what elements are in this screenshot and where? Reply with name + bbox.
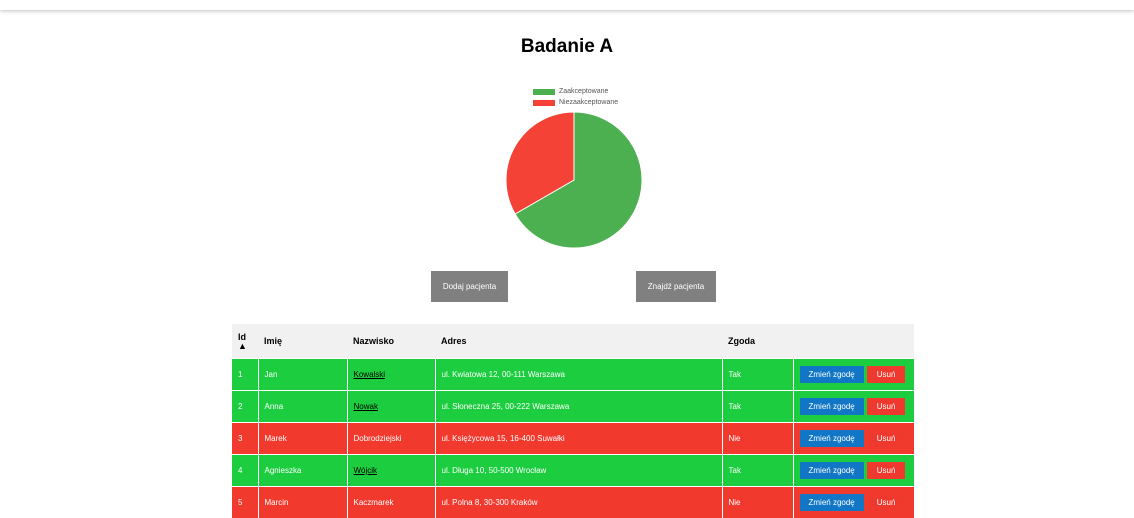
legend-label-accepted: Zaakceptowane — [559, 88, 608, 95]
cell-last-name: Wójcik — [347, 455, 435, 487]
table-row: 3 Marek Dobrodziejski ul. Księżycowa 15,… — [232, 423, 914, 455]
cell-consent: Tak — [722, 455, 793, 487]
cell-last-name: Nowak — [347, 391, 435, 423]
delete-button[interactable]: Usuń — [867, 430, 906, 447]
legend-item-accepted[interactable]: Zaakceptowane — [533, 86, 618, 97]
top-bar — [0, 0, 1134, 10]
cell-id: 3 — [232, 423, 258, 455]
cell-first-name: Marek — [258, 423, 347, 455]
header-last-name[interactable]: Nazwisko — [347, 324, 435, 359]
cell-first-name: Anna — [258, 391, 347, 423]
cell-last-name: Kaczmarek — [347, 487, 435, 518]
table-row: 2 Anna Nowak ul. Słoneczna 25, 00-222 Wa… — [232, 391, 914, 423]
cell-address: ul. Kwiatowa 12, 00-111 Warszawa — [435, 359, 722, 391]
legend-label-rejected: Niezaakceptowane — [559, 99, 618, 106]
change-consent-button[interactable]: Zmień zgodę — [800, 494, 864, 511]
cell-consent: Tak — [722, 359, 793, 391]
legend-swatch-rejected — [533, 100, 555, 106]
delete-button[interactable]: Usuń — [867, 398, 906, 415]
header-first-name[interactable]: Imię — [258, 324, 347, 359]
cell-address: ul. Polna 8, 30-300 Kraków — [435, 487, 722, 518]
delete-button[interactable]: Usuń — [867, 462, 906, 479]
add-patient-button[interactable]: Dodaj pacjenta — [431, 271, 508, 302]
chart-legend: Zaakceptowane Niezaakceptowane — [533, 86, 618, 108]
cell-first-name: Agnieszka — [258, 455, 347, 487]
change-consent-button[interactable]: Zmień zgodę — [800, 398, 864, 415]
cell-consent: Nie — [722, 487, 793, 518]
cell-last-name: Kowalski — [347, 359, 435, 391]
page-title: Badanie A — [0, 36, 1134, 58]
pie-chart — [505, 111, 643, 249]
legend-swatch-accepted — [533, 89, 555, 95]
delete-button[interactable]: Usuń — [867, 366, 906, 383]
cell-actions: Zmień zgodęUsuń — [793, 391, 914, 423]
patient-link[interactable]: Nowak — [354, 402, 378, 411]
cell-consent: Tak — [722, 391, 793, 423]
cell-actions: Zmień zgodęUsuń — [793, 487, 914, 518]
cell-address: ul. Słoneczna 25, 00-222 Warszawa — [435, 391, 722, 423]
cell-address: ul. Księżycowa 15, 16-400 Suwałki — [435, 423, 722, 455]
header-id-label: Id — [238, 332, 246, 342]
table-row: 1 Jan Kowalski ul. Kwiatowa 12, 00-111 W… — [232, 359, 914, 391]
table-row: 4 Agnieszka Wójcik ul. Długa 10, 50-500 … — [232, 455, 914, 487]
cell-id: 2 — [232, 391, 258, 423]
change-consent-button[interactable]: Zmień zgodę — [800, 366, 864, 383]
header-address[interactable]: Adres — [435, 324, 722, 359]
legend-item-rejected[interactable]: Niezaakceptowane — [533, 97, 618, 108]
header-consent[interactable]: Zgoda — [722, 324, 793, 359]
change-consent-button[interactable]: Zmień zgodę — [800, 430, 864, 447]
change-consent-button[interactable]: Zmień zgodę — [800, 462, 864, 479]
cell-consent: Nie — [722, 423, 793, 455]
cell-actions: Zmień zgodęUsuń — [793, 359, 914, 391]
cell-id: 5 — [232, 487, 258, 518]
patient-surname: Kaczmarek — [354, 498, 394, 507]
header-id[interactable]: Id ▲ — [232, 324, 258, 359]
sort-asc-icon[interactable]: ▲ — [238, 342, 252, 351]
table-row: 5 Marcin Kaczmarek ul. Polna 8, 30-300 K… — [232, 487, 914, 518]
cell-actions: Zmień zgodęUsuń — [793, 455, 914, 487]
header-actions — [793, 324, 914, 359]
patients-table: Id ▲ Imię Nazwisko Adres Zgoda 1 Jan Kow… — [232, 324, 914, 518]
cell-first-name: Jan — [258, 359, 347, 391]
find-patient-button[interactable]: Znajdź pacjenta — [636, 271, 716, 302]
table-header-row: Id ▲ Imię Nazwisko Adres Zgoda — [232, 324, 914, 359]
cell-id: 4 — [232, 455, 258, 487]
cell-actions: Zmień zgodęUsuń — [793, 423, 914, 455]
patient-surname: Dobrodziejski — [354, 434, 402, 443]
delete-button[interactable]: Usuń — [867, 494, 906, 511]
patient-link[interactable]: Kowalski — [354, 370, 386, 379]
cell-last-name: Dobrodziejski — [347, 423, 435, 455]
cell-first-name: Marcin — [258, 487, 347, 518]
patient-link[interactable]: Wójcik — [354, 466, 378, 475]
cell-address: ul. Długa 10, 50-500 Wrocław — [435, 455, 722, 487]
cell-id: 1 — [232, 359, 258, 391]
